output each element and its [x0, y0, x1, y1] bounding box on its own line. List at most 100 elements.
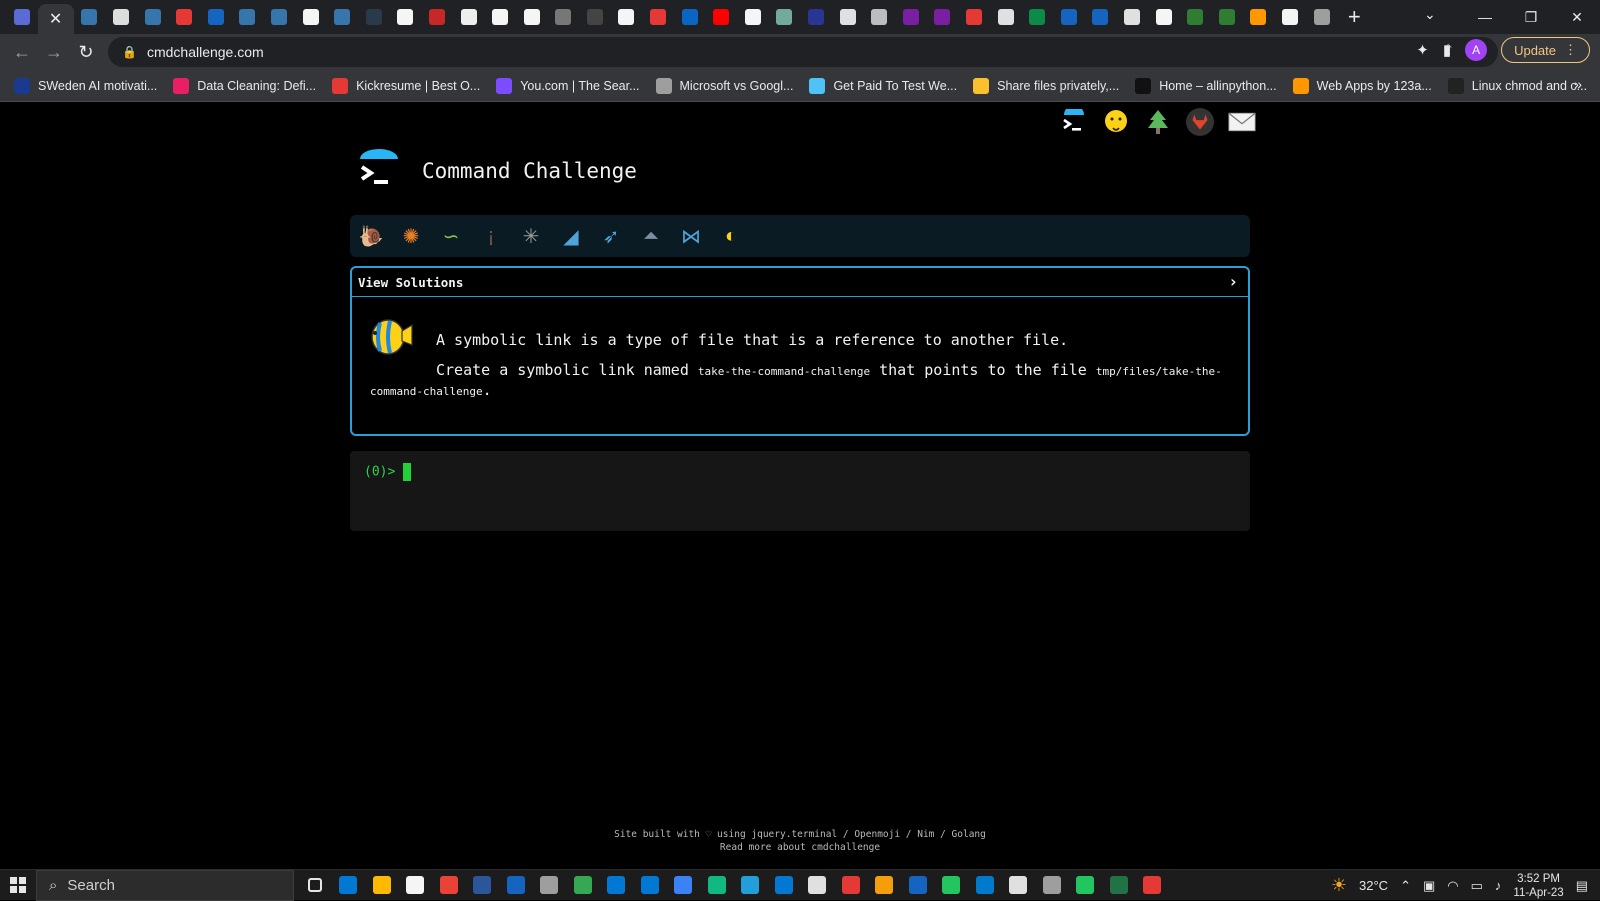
browser-tab[interactable]	[832, 0, 864, 34]
taskbar-app-icon[interactable]	[332, 870, 366, 901]
tropical-fish-icon[interactable]: ◐	[718, 223, 744, 249]
bookmark-item[interactable]: Kickresume | Best O...	[332, 77, 480, 94]
browser-tab[interactable]	[484, 0, 516, 34]
browser-tab[interactable]	[927, 0, 959, 34]
taskbar-app-icon[interactable]	[1069, 870, 1103, 901]
taskbar-app-icon[interactable]	[399, 870, 433, 901]
minimize-icon[interactable]: —	[1462, 9, 1508, 25]
browser-tab[interactable]	[737, 0, 769, 34]
active-tab-close-icon[interactable]: ✕	[37, 4, 74, 34]
browser-tab[interactable]	[390, 0, 422, 34]
browser-tab[interactable]	[137, 0, 169, 34]
update-button[interactable]: Update ⋮	[1501, 37, 1590, 63]
windows-start-icon[interactable]	[0, 877, 36, 893]
browser-tab[interactable]	[168, 0, 200, 34]
browser-tab[interactable]	[642, 0, 674, 34]
taskbar-app-icon[interactable]	[1136, 870, 1170, 901]
browser-tab[interactable]	[200, 0, 232, 34]
browser-tab[interactable]	[1179, 0, 1211, 34]
browser-tab[interactable]	[1116, 0, 1148, 34]
browser-tab[interactable]	[1306, 0, 1338, 34]
command-challenge-logo-icon[interactable]	[358, 149, 402, 193]
restore-icon[interactable]: ❐	[1508, 9, 1554, 26]
taskbar-app-icon[interactable]	[834, 870, 868, 901]
terminal-logo-icon[interactable]	[1060, 108, 1088, 136]
browser-tab[interactable]	[1243, 0, 1275, 34]
taskbar-app-icon[interactable]	[466, 870, 500, 901]
bookmark-item[interactable]: Get Paid To Test We...	[809, 77, 957, 94]
browser-tab[interactable]	[421, 0, 453, 34]
terminal-cursor[interactable]	[403, 463, 412, 481]
taskbar-app-icon[interactable]	[566, 870, 600, 901]
browser-tab[interactable]	[74, 0, 106, 34]
taskbar-app-icon[interactable]	[935, 870, 969, 901]
tab-search-icon[interactable]: ⌄	[1424, 6, 1436, 23]
browser-tab[interactable]	[990, 0, 1022, 34]
browser-tab[interactable]	[769, 0, 801, 34]
bookmark-item[interactable]: Data Cleaning: Defi...	[173, 77, 316, 94]
bookmark-item[interactable]: Web Apps by 123a...	[1292, 77, 1432, 94]
side-panel-icon[interactable]: ▮	[1443, 41, 1451, 59]
weather-icon[interactable]: ☀	[1331, 875, 1347, 896]
taskbar-app-icon[interactable]	[767, 870, 801, 901]
bookmark-item[interactable]: SWeden AI motivati...	[14, 77, 157, 94]
taskbar-app-icon[interactable]	[365, 870, 399, 901]
bookmark-item[interactable]: Share files privately,...	[973, 77, 1119, 94]
more-bookmarks-icon[interactable]: »	[1574, 76, 1582, 92]
read-more-link[interactable]: Read more about cmdchallenge	[0, 841, 1600, 854]
browser-tab[interactable]	[516, 0, 548, 34]
browser-tab[interactable]	[863, 0, 895, 34]
taskbar-search-box[interactable]: ⌕ Search	[36, 869, 294, 901]
browser-tab[interactable]	[958, 0, 990, 34]
taskbar-app-icon[interactable]	[533, 870, 567, 901]
browser-tab[interactable]	[326, 0, 358, 34]
browser-tab[interactable]	[611, 0, 643, 34]
bookmark-item[interactable]: Home – allinpython...	[1135, 77, 1277, 94]
browser-tab[interactable]	[263, 0, 295, 34]
face-hint-icon[interactable]	[1102, 108, 1130, 136]
browser-tab[interactable]	[105, 0, 137, 34]
browser-tab[interactable]	[895, 0, 927, 34]
browser-tab[interactable]	[1148, 0, 1180, 34]
browser-tab[interactable]	[674, 0, 706, 34]
web-icon[interactable]: ✳	[518, 223, 544, 249]
taskbar-app-icon[interactable]	[968, 870, 1002, 901]
taskbar-app-icon[interactable]	[1002, 870, 1036, 901]
address-bar[interactable]: 🔒 cmdchallenge.com ⇪ ☆	[108, 37, 1498, 67]
taskbar-app-icon[interactable]	[801, 870, 835, 901]
browser-tab[interactable]	[1085, 0, 1117, 34]
whale-icon[interactable]: ◢	[558, 223, 584, 249]
browser-tab[interactable]	[295, 0, 327, 34]
notification-icon[interactable]: ▤	[1576, 878, 1588, 894]
taskbar-app-icon[interactable]	[734, 870, 768, 901]
browser-tab[interactable]	[358, 0, 390, 34]
taskbar-app-icon[interactable]	[868, 870, 902, 901]
browser-tab[interactable]	[1021, 0, 1053, 34]
profile-avatar[interactable]: A	[1465, 39, 1488, 61]
taskbar-app-icon[interactable]	[667, 870, 701, 901]
tree-icon[interactable]	[1144, 108, 1172, 136]
browser-tab[interactable]	[6, 0, 38, 34]
bookmark-item[interactable]: Microsoft vs Googl...	[655, 77, 793, 94]
clock[interactable]: 3:52 PM 11-Apr-23	[1513, 872, 1563, 900]
taskbar-app-icon[interactable]	[600, 870, 634, 901]
back-icon[interactable]: ←	[6, 42, 38, 63]
extensions-icon[interactable]: ✦	[1416, 41, 1429, 59]
close-icon[interactable]: ✕	[1554, 9, 1600, 26]
taskbar-app-icon[interactable]	[1035, 870, 1069, 901]
bookmark-item[interactable]: You.com | The Sear...	[496, 77, 640, 94]
new-tab-button[interactable]: +	[1337, 4, 1371, 30]
view-solutions-header[interactable]: View Solutions ›	[352, 268, 1248, 297]
taskbar-app-icon[interactable]	[1102, 870, 1136, 901]
fish-icon[interactable]: ⋈	[678, 223, 704, 249]
taskbar-app-icon[interactable]	[700, 870, 734, 901]
browser-tab[interactable]	[1053, 0, 1085, 34]
wifi-icon[interactable]: ◠	[1447, 878, 1458, 894]
battery-icon[interactable]: ▭	[1471, 878, 1483, 894]
dolphin-icon[interactable]: ➶	[598, 223, 624, 249]
meet-now-icon[interactable]: ▣	[1423, 878, 1435, 894]
reload-icon[interactable]: ↻	[70, 42, 102, 63]
forward-icon[interactable]: →	[38, 42, 70, 63]
caterpillar-icon[interactable]: ∽	[438, 223, 464, 249]
browser-tab[interactable]	[453, 0, 485, 34]
